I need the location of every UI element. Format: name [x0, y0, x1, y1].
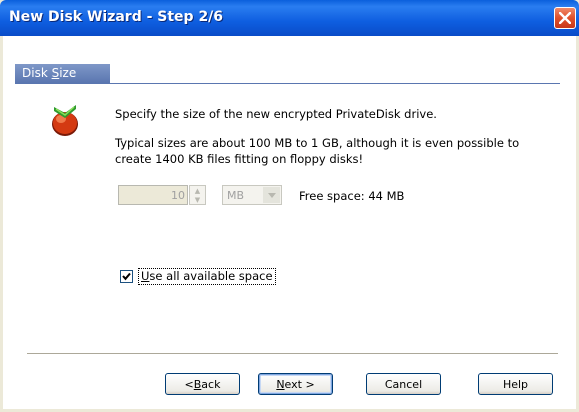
unit-select[interactable]: MB — [222, 185, 282, 205]
section-title: Disk Size — [22, 66, 77, 80]
spin-up-icon[interactable]: ▲ — [190, 186, 205, 195]
help-button[interactable]: Help — [478, 373, 553, 395]
title-bar: New Disk Wizard - Step 2/6 — [0, 0, 579, 36]
back-button[interactable]: < Back — [165, 373, 240, 395]
close-button[interactable] — [554, 7, 576, 29]
window-title: New Disk Wizard - Step 2/6 — [9, 9, 224, 25]
size-input[interactable] — [118, 185, 189, 205]
spin-down-icon[interactable]: ▼ — [190, 195, 205, 204]
description-line-2: Typical sizes are about 100 MB to 1 GB, … — [115, 136, 520, 150]
chevron-down-icon[interactable] — [263, 187, 280, 203]
section-header: Disk Size — [15, 64, 110, 83]
use-all-space-label[interactable]: Use all available space — [138, 268, 276, 285]
unit-select-value: MB — [227, 189, 245, 202]
close-icon — [559, 12, 571, 24]
free-space-label: Free space: 44 MB — [299, 189, 405, 203]
next-button[interactable]: Next > — [258, 373, 333, 395]
privatedisk-logo-icon — [52, 105, 78, 136]
wizard-content: Disk Size Specify the size of the new en… — [3, 36, 576, 409]
button-divider — [27, 353, 558, 355]
description-line-3: create 1400 KB files fitting on floppy d… — [115, 152, 364, 166]
size-spinner[interactable]: ▲ ▼ — [189, 185, 206, 205]
section-underline — [15, 83, 560, 84]
checkmark-icon — [122, 272, 131, 281]
description-line-1: Specify the size of the new encrypted Pr… — [115, 107, 437, 121]
use-all-space-checkbox[interactable] — [120, 270, 133, 283]
size-value-input[interactable] — [119, 186, 189, 204]
cancel-button[interactable]: Cancel — [366, 373, 441, 395]
